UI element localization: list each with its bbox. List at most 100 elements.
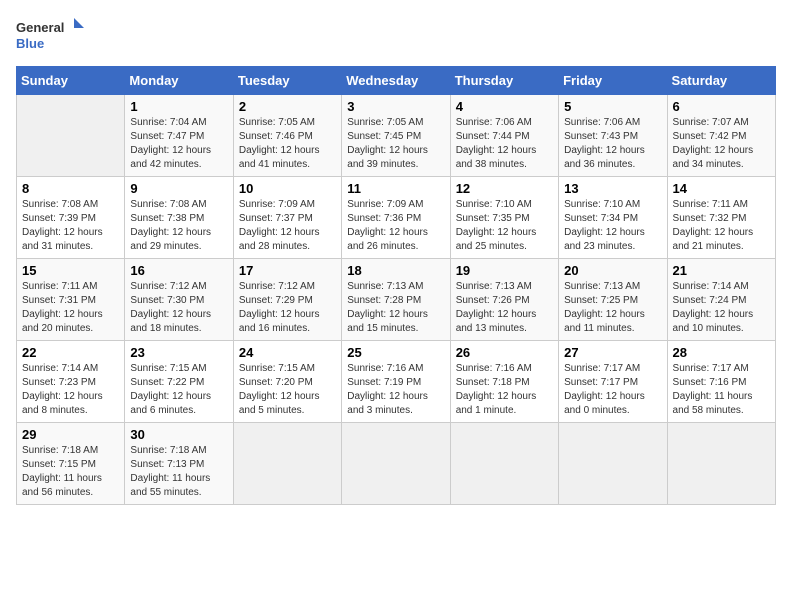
day-number: 2 <box>239 99 336 114</box>
calendar-cell <box>17 95 125 177</box>
logo-svg: General Blue <box>16 16 86 56</box>
calendar-cell <box>342 423 450 505</box>
calendar-cell: 18 Sunrise: 7:13 AMSunset: 7:28 PMDaylig… <box>342 259 450 341</box>
day-number: 28 <box>673 345 770 360</box>
day-info: Sunrise: 7:05 AMSunset: 7:46 PMDaylight:… <box>239 117 320 170</box>
calendar-cell: 14 Sunrise: 7:11 AMSunset: 7:32 PMDaylig… <box>667 177 775 259</box>
day-info: Sunrise: 7:04 AMSunset: 7:47 PMDaylight:… <box>130 117 211 170</box>
day-info: Sunrise: 7:09 AMSunset: 7:37 PMDaylight:… <box>239 199 320 252</box>
col-header-friday: Friday <box>559 67 667 95</box>
svg-text:Blue: Blue <box>16 36 44 51</box>
day-number: 8 <box>22 181 119 196</box>
calendar-cell: 28 Sunrise: 7:17 AMSunset: 7:16 PMDaylig… <box>667 341 775 423</box>
day-number: 23 <box>130 345 227 360</box>
day-info: Sunrise: 7:12 AMSunset: 7:30 PMDaylight:… <box>130 281 211 334</box>
calendar-cell: 6 Sunrise: 7:07 AMSunset: 7:42 PMDayligh… <box>667 95 775 177</box>
logo: General Blue <box>16 16 86 56</box>
day-info: Sunrise: 7:13 AMSunset: 7:25 PMDaylight:… <box>564 281 645 334</box>
calendar-cell: 20 Sunrise: 7:13 AMSunset: 7:25 PMDaylig… <box>559 259 667 341</box>
calendar-cell <box>450 423 558 505</box>
day-info: Sunrise: 7:16 AMSunset: 7:19 PMDaylight:… <box>347 363 428 416</box>
calendar-cell: 21 Sunrise: 7:14 AMSunset: 7:24 PMDaylig… <box>667 259 775 341</box>
day-number: 14 <box>673 181 770 196</box>
calendar-cell: 2 Sunrise: 7:05 AMSunset: 7:46 PMDayligh… <box>233 95 341 177</box>
day-info: Sunrise: 7:18 AMSunset: 7:13 PMDaylight:… <box>130 445 210 498</box>
day-number: 11 <box>347 181 444 196</box>
day-number: 15 <box>22 263 119 278</box>
day-number: 10 <box>239 181 336 196</box>
col-header-thursday: Thursday <box>450 67 558 95</box>
day-number: 20 <box>564 263 661 278</box>
calendar-cell: 26 Sunrise: 7:16 AMSunset: 7:18 PMDaylig… <box>450 341 558 423</box>
calendar-cell: 11 Sunrise: 7:09 AMSunset: 7:36 PMDaylig… <box>342 177 450 259</box>
day-number: 1 <box>130 99 227 114</box>
day-number: 30 <box>130 427 227 442</box>
day-info: Sunrise: 7:15 AMSunset: 7:22 PMDaylight:… <box>130 363 211 416</box>
day-info: Sunrise: 7:08 AMSunset: 7:38 PMDaylight:… <box>130 199 211 252</box>
week-row: 1 Sunrise: 7:04 AMSunset: 7:47 PMDayligh… <box>17 95 776 177</box>
header: General Blue <box>16 16 776 56</box>
calendar-cell: 13 Sunrise: 7:10 AMSunset: 7:34 PMDaylig… <box>559 177 667 259</box>
day-info: Sunrise: 7:10 AMSunset: 7:35 PMDaylight:… <box>456 199 537 252</box>
day-number: 5 <box>564 99 661 114</box>
col-header-wednesday: Wednesday <box>342 67 450 95</box>
calendar-cell: 1 Sunrise: 7:04 AMSunset: 7:47 PMDayligh… <box>125 95 233 177</box>
calendar-cell: 27 Sunrise: 7:17 AMSunset: 7:17 PMDaylig… <box>559 341 667 423</box>
day-number: 27 <box>564 345 661 360</box>
day-info: Sunrise: 7:18 AMSunset: 7:15 PMDaylight:… <box>22 445 102 498</box>
calendar-cell: 12 Sunrise: 7:10 AMSunset: 7:35 PMDaylig… <box>450 177 558 259</box>
week-row: 22 Sunrise: 7:14 AMSunset: 7:23 PMDaylig… <box>17 341 776 423</box>
day-number: 19 <box>456 263 553 278</box>
calendar-cell: 30 Sunrise: 7:18 AMSunset: 7:13 PMDaylig… <box>125 423 233 505</box>
day-number: 13 <box>564 181 661 196</box>
day-number: 29 <box>22 427 119 442</box>
day-info: Sunrise: 7:08 AMSunset: 7:39 PMDaylight:… <box>22 199 103 252</box>
calendar-cell: 4 Sunrise: 7:06 AMSunset: 7:44 PMDayligh… <box>450 95 558 177</box>
day-number: 4 <box>456 99 553 114</box>
day-info: Sunrise: 7:16 AMSunset: 7:18 PMDaylight:… <box>456 363 537 416</box>
calendar-cell: 17 Sunrise: 7:12 AMSunset: 7:29 PMDaylig… <box>233 259 341 341</box>
week-row: 15 Sunrise: 7:11 AMSunset: 7:31 PMDaylig… <box>17 259 776 341</box>
day-number: 16 <box>130 263 227 278</box>
day-info: Sunrise: 7:06 AMSunset: 7:44 PMDaylight:… <box>456 117 537 170</box>
calendar-table: SundayMondayTuesdayWednesdayThursdayFrid… <box>16 66 776 505</box>
calendar-cell: 19 Sunrise: 7:13 AMSunset: 7:26 PMDaylig… <box>450 259 558 341</box>
day-number: 17 <box>239 263 336 278</box>
day-number: 9 <box>130 181 227 196</box>
day-number: 25 <box>347 345 444 360</box>
day-info: Sunrise: 7:11 AMSunset: 7:32 PMDaylight:… <box>673 199 754 252</box>
day-info: Sunrise: 7:13 AMSunset: 7:28 PMDaylight:… <box>347 281 428 334</box>
day-number: 21 <box>673 263 770 278</box>
day-info: Sunrise: 7:11 AMSunset: 7:31 PMDaylight:… <box>22 281 103 334</box>
day-info: Sunrise: 7:17 AMSunset: 7:17 PMDaylight:… <box>564 363 645 416</box>
day-number: 3 <box>347 99 444 114</box>
week-row: 29 Sunrise: 7:18 AMSunset: 7:15 PMDaylig… <box>17 423 776 505</box>
week-row: 8 Sunrise: 7:08 AMSunset: 7:39 PMDayligh… <box>17 177 776 259</box>
day-number: 6 <box>673 99 770 114</box>
calendar-cell: 16 Sunrise: 7:12 AMSunset: 7:30 PMDaylig… <box>125 259 233 341</box>
calendar-cell: 22 Sunrise: 7:14 AMSunset: 7:23 PMDaylig… <box>17 341 125 423</box>
day-info: Sunrise: 7:10 AMSunset: 7:34 PMDaylight:… <box>564 199 645 252</box>
day-info: Sunrise: 7:15 AMSunset: 7:20 PMDaylight:… <box>239 363 320 416</box>
calendar-cell <box>559 423 667 505</box>
day-number: 24 <box>239 345 336 360</box>
day-info: Sunrise: 7:05 AMSunset: 7:45 PMDaylight:… <box>347 117 428 170</box>
calendar-cell: 9 Sunrise: 7:08 AMSunset: 7:38 PMDayligh… <box>125 177 233 259</box>
calendar-cell: 25 Sunrise: 7:16 AMSunset: 7:19 PMDaylig… <box>342 341 450 423</box>
day-info: Sunrise: 7:12 AMSunset: 7:29 PMDaylight:… <box>239 281 320 334</box>
calendar-cell: 24 Sunrise: 7:15 AMSunset: 7:20 PMDaylig… <box>233 341 341 423</box>
calendar-cell: 29 Sunrise: 7:18 AMSunset: 7:15 PMDaylig… <box>17 423 125 505</box>
calendar-cell: 5 Sunrise: 7:06 AMSunset: 7:43 PMDayligh… <box>559 95 667 177</box>
col-header-tuesday: Tuesday <box>233 67 341 95</box>
col-header-saturday: Saturday <box>667 67 775 95</box>
calendar-cell: 3 Sunrise: 7:05 AMSunset: 7:45 PMDayligh… <box>342 95 450 177</box>
day-info: Sunrise: 7:17 AMSunset: 7:16 PMDaylight:… <box>673 363 753 416</box>
calendar-cell <box>233 423 341 505</box>
day-info: Sunrise: 7:14 AMSunset: 7:23 PMDaylight:… <box>22 363 103 416</box>
col-header-sunday: Sunday <box>17 67 125 95</box>
svg-text:General: General <box>16 20 64 35</box>
calendar-cell: 15 Sunrise: 7:11 AMSunset: 7:31 PMDaylig… <box>17 259 125 341</box>
calendar-cell <box>667 423 775 505</box>
day-info: Sunrise: 7:06 AMSunset: 7:43 PMDaylight:… <box>564 117 645 170</box>
day-number: 26 <box>456 345 553 360</box>
